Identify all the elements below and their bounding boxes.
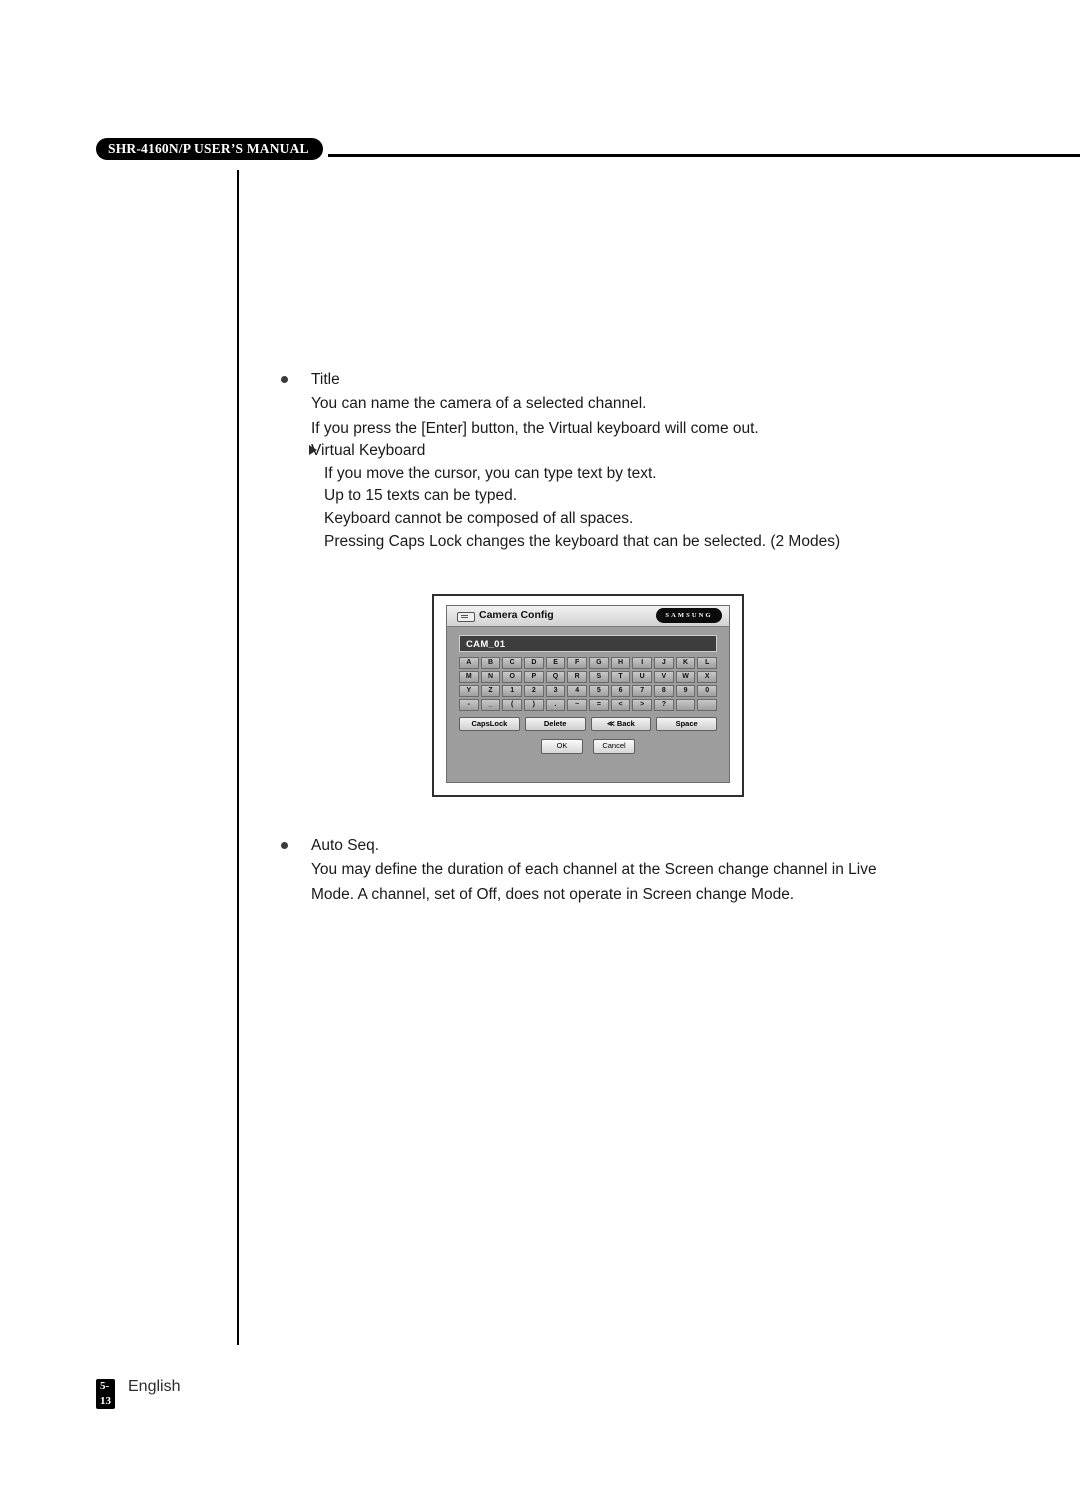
- key-row-1: A B C D E F G H I J K L: [459, 657, 718, 669]
- key[interactable]: ~: [567, 699, 588, 711]
- space-key[interactable]: Space: [656, 717, 717, 731]
- key[interactable]: 1: [502, 685, 523, 697]
- key[interactable]: 5: [589, 685, 609, 697]
- key[interactable]: L: [697, 657, 718, 669]
- bullet-dot-icon: [281, 376, 288, 383]
- header-rule: [328, 154, 1080, 157]
- dialog-button-row: OK Cancel: [447, 739, 729, 754]
- dialog-title: Camera Config: [479, 609, 554, 621]
- window-icon: [457, 612, 475, 622]
- auto-seq-line-2: Mode. A channel, set of Off, does not op…: [311, 885, 795, 903]
- key[interactable]: 2: [524, 685, 544, 697]
- capslock-key[interactable]: CapsLock: [459, 717, 520, 731]
- key[interactable]: 0: [697, 685, 718, 697]
- key[interactable]: X: [697, 671, 718, 683]
- key[interactable]: C: [502, 657, 523, 669]
- virtual-keyboard: A B C D E F G H I J K L M N O P Q R S T …: [459, 657, 718, 713]
- key[interactable]: ): [524, 699, 544, 711]
- camera-title-value: CAM_01: [466, 639, 506, 650]
- key[interactable]: G: [589, 657, 609, 669]
- key[interactable]: 9: [675, 685, 696, 697]
- key[interactable]: H: [610, 657, 631, 669]
- key[interactable]: I: [632, 657, 653, 669]
- triangle-right-icon: [309, 445, 317, 456]
- section-auto-seq: Auto Seq. You may define the duration of…: [278, 834, 998, 906]
- key[interactable]: 8: [654, 685, 674, 697]
- ok-button[interactable]: OK: [541, 739, 583, 754]
- key[interactable]: (: [502, 699, 523, 711]
- key[interactable]: O: [502, 671, 523, 683]
- key[interactable]: S: [589, 671, 609, 683]
- sub-bullet-label: Virtual Keyboard: [311, 442, 426, 460]
- dialog-titlebar: Camera Config SAMSUNG: [447, 606, 729, 627]
- key[interactable]: _: [480, 699, 501, 711]
- function-key-row: CapsLock Delete ≪ Back Space: [459, 717, 717, 731]
- key[interactable]: <: [610, 699, 631, 711]
- auto-seq-line-1: You may define the duration of each chan…: [311, 861, 877, 878]
- key-row-4: - _ ( ) . ~ = < > ?: [459, 699, 718, 711]
- key[interactable]: F: [567, 657, 588, 669]
- key[interactable]: 7: [632, 685, 653, 697]
- key[interactable]: P: [524, 671, 544, 683]
- key[interactable]: Y: [459, 685, 479, 697]
- page-number: 5-13: [96, 1379, 115, 1409]
- bullet-auto-seq: Auto Seq.: [278, 834, 998, 857]
- dialog-body: CAM_01 A B C D E F G H I J K L M N O P Q…: [447, 627, 729, 782]
- key[interactable]: A: [459, 657, 479, 669]
- key[interactable]: [697, 699, 718, 711]
- key[interactable]: Z: [480, 685, 501, 697]
- left-vertical-rule: [237, 170, 239, 1345]
- bullet-dot-icon: [281, 842, 288, 849]
- key[interactable]: B: [480, 657, 501, 669]
- vk-line-3: Keyboard cannot be composed of all space…: [324, 509, 634, 527]
- bullet-auto-seq-label: Auto Seq.: [311, 837, 380, 854]
- manual-title: SHR-4160N/P USER’S MANUAL: [96, 138, 323, 160]
- key[interactable]: .: [545, 699, 566, 711]
- key-row-3: Y Z 1 2 3 4 5 6 7 8 9 0: [459, 685, 718, 697]
- key[interactable]: V: [654, 671, 674, 683]
- vk-line-1: If you move the cursor, you can type tex…: [324, 464, 657, 482]
- key[interactable]: 4: [567, 685, 588, 697]
- dialog-window: Camera Config SAMSUNG CAM_01 A B C D E F…: [446, 605, 730, 783]
- title-line-1: You can name the camera of a selected ch…: [311, 395, 647, 412]
- key-row-2: M N O P Q R S T U V W X: [459, 671, 718, 683]
- key[interactable]: N: [480, 671, 501, 683]
- key[interactable]: T: [610, 671, 631, 683]
- key[interactable]: K: [675, 657, 696, 669]
- section-title: Title You can name the camera of a selec…: [278, 368, 998, 553]
- footer-language: English: [128, 1378, 181, 1395]
- delete-key[interactable]: Delete: [524, 717, 586, 731]
- key[interactable]: 3: [545, 685, 566, 697]
- key[interactable]: Q: [545, 671, 566, 683]
- key[interactable]: >: [632, 699, 653, 711]
- camera-title-input[interactable]: CAM_01: [459, 635, 717, 652]
- key[interactable]: U: [632, 671, 653, 683]
- key[interactable]: J: [654, 657, 674, 669]
- title-line-2: If you press the [Enter] button, the Vir…: [311, 419, 759, 437]
- vk-line-4: Pressing Caps Lock changes the keyboard …: [324, 532, 841, 550]
- key[interactable]: W: [675, 671, 696, 683]
- key[interactable]: =: [589, 699, 609, 711]
- bullet-title: Title: [278, 368, 998, 391]
- back-key[interactable]: ≪ Back: [590, 717, 652, 731]
- key[interactable]: 6: [610, 685, 631, 697]
- key[interactable]: D: [524, 657, 544, 669]
- key[interactable]: ?: [654, 699, 674, 711]
- cancel-button[interactable]: Cancel: [593, 739, 635, 754]
- samsung-logo: SAMSUNG: [656, 608, 722, 623]
- key[interactable]: [675, 699, 696, 711]
- figure-camera-config-dialog: Camera Config SAMSUNG CAM_01 A B C D E F…: [432, 594, 744, 797]
- key[interactable]: -: [459, 699, 479, 711]
- vk-line-2: Up to 15 texts can be typed.: [324, 487, 518, 505]
- key[interactable]: R: [567, 671, 588, 683]
- key[interactable]: M: [459, 671, 479, 683]
- key[interactable]: E: [545, 657, 566, 669]
- sub-bullet-virtual-keyboard: Virtual Keyboard: [278, 440, 998, 463]
- bullet-title-label: Title: [311, 371, 340, 388]
- page-header: SHR-4160N/P USER’S MANUAL: [96, 138, 1080, 162]
